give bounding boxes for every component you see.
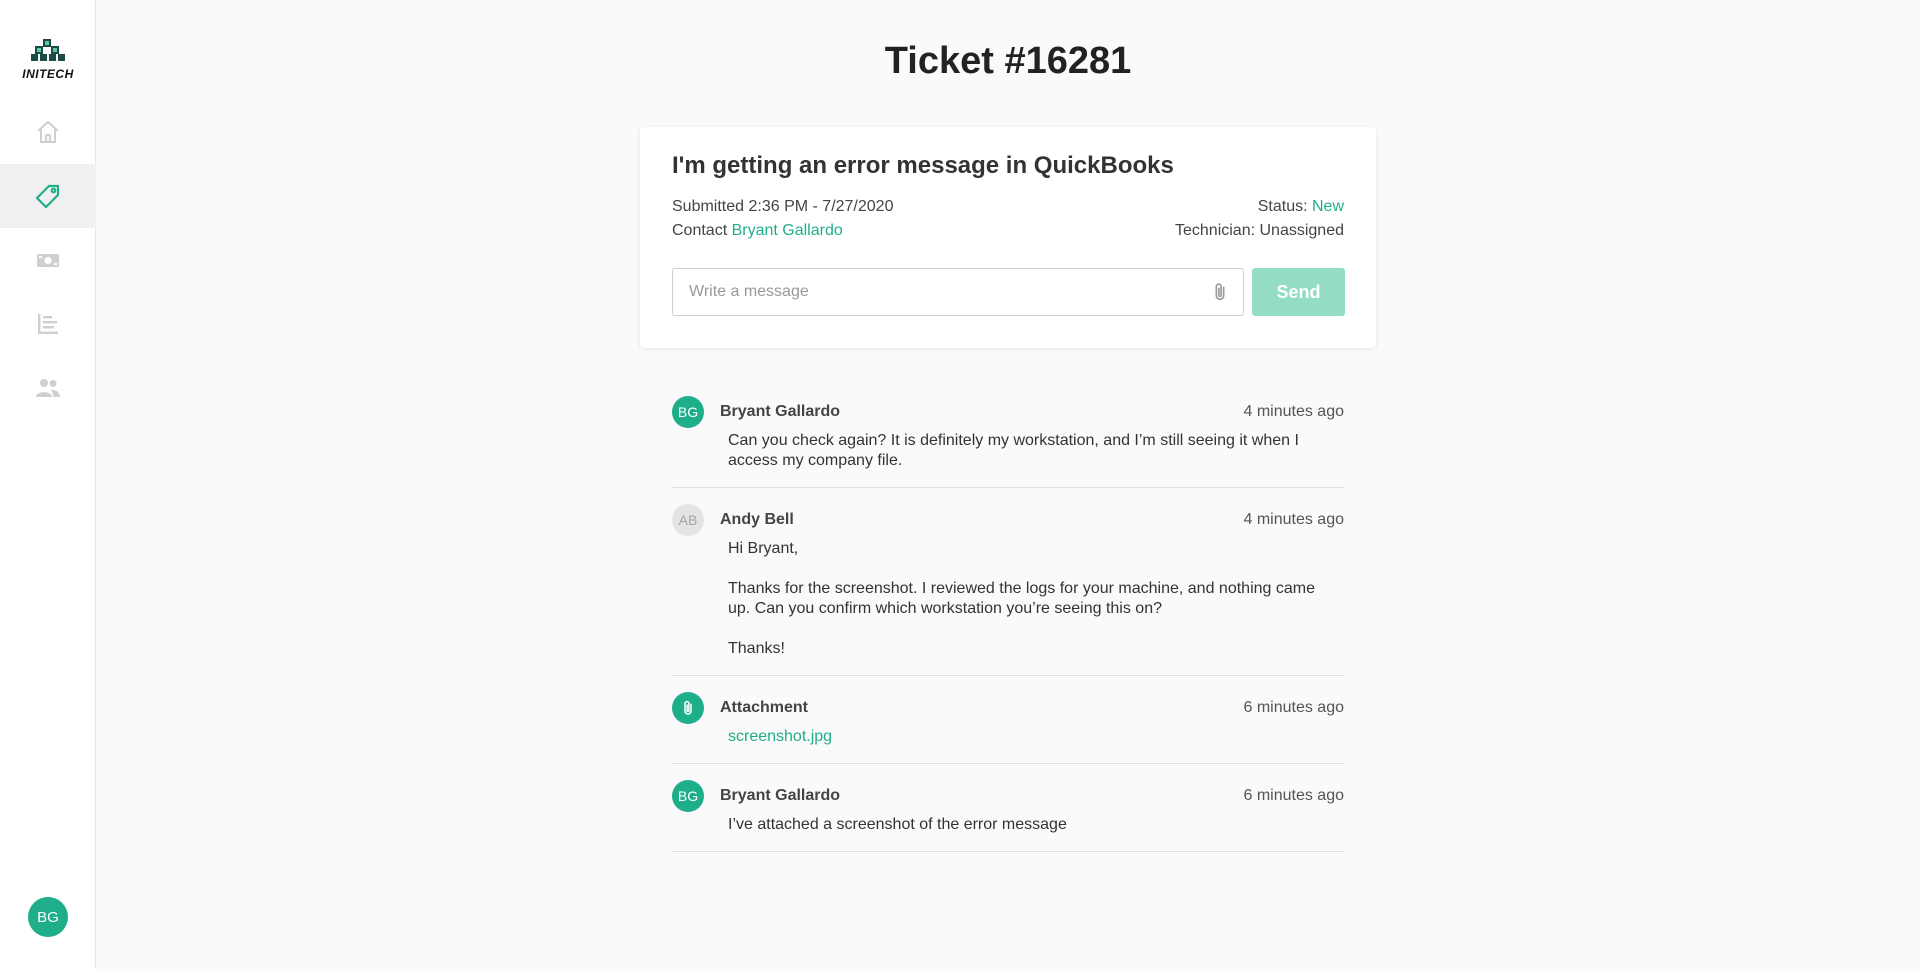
- message-body: screenshot.jpg: [728, 727, 1340, 747]
- initech-logo[interactable]: INITECH: [0, 38, 96, 81]
- message-text: I’ve attached a screenshot of the error …: [728, 816, 1067, 833]
- logo-text: INITECH: [22, 67, 74, 81]
- sidebar-item-tickets[interactable]: [0, 164, 96, 228]
- attachment-avatar: [672, 692, 704, 724]
- user-avatar[interactable]: BG: [28, 897, 68, 937]
- attachment-link[interactable]: screenshot.jpg: [728, 728, 832, 745]
- message-text: Hi Bryant,: [728, 540, 799, 557]
- message-time: 6 minutes ago: [1243, 699, 1344, 716]
- submitted-info: Submitted 2:36 PM - 7/27/2020: [672, 198, 894, 215]
- tag-icon: [35, 184, 60, 209]
- status-info: Status: New: [1258, 198, 1344, 216]
- technician-info: Technician: Unassigned: [1175, 222, 1344, 239]
- bar-chart-icon: [38, 314, 58, 334]
- paperclip-icon: [684, 700, 692, 715]
- message-item: AB Andy Bell 4 minutes ago Hi Bryant, Th…: [672, 504, 1344, 676]
- sidebar-item-home[interactable]: [0, 100, 96, 164]
- message-composer: [672, 268, 1244, 316]
- message-author: Attachment: [720, 699, 809, 716]
- message-text: Thanks!: [728, 640, 785, 657]
- sidebar: INITECH BG: [0, 0, 96, 969]
- initech-logo-icon: [31, 39, 65, 61]
- home-icon: [37, 121, 59, 143]
- message-body: I’ve attached a screenshot of the error …: [728, 815, 1340, 835]
- message-text: Thanks for the screenshot. I reviewed th…: [728, 580, 1315, 617]
- money-icon: [37, 254, 59, 267]
- sidebar-item-reports[interactable]: [0, 292, 96, 356]
- message-item: BG Bryant Gallardo 4 minutes ago Can you…: [672, 396, 1344, 488]
- message-thread: BG Bryant Gallardo 4 minutes ago Can you…: [672, 396, 1344, 868]
- ticket-subject: I'm getting an error message in QuickBoo…: [672, 152, 1174, 179]
- message-time: 4 minutes ago: [1243, 403, 1344, 420]
- page-title: Ticket #16281: [884, 40, 1132, 82]
- message-body: Can you check again? It is definitely my…: [728, 431, 1340, 471]
- ticket-card: I'm getting an error message in QuickBoo…: [640, 127, 1376, 348]
- author-avatar: BG: [672, 396, 704, 428]
- message-text: Can you check again? It is definitely my…: [728, 432, 1299, 469]
- message-author: Bryant Gallardo: [720, 787, 841, 804]
- people-icon: [36, 379, 60, 397]
- send-button[interactable]: Send: [1252, 268, 1345, 316]
- contact-link[interactable]: Bryant Gallardo: [732, 222, 843, 239]
- sidebar-item-users[interactable]: [0, 356, 96, 420]
- contact-info: Contact Bryant Gallardo: [672, 222, 843, 240]
- message-time: 4 minutes ago: [1243, 511, 1344, 528]
- sidebar-item-billing[interactable]: [0, 228, 96, 292]
- message-author: Bryant Gallardo: [720, 403, 841, 420]
- message-author: Andy Bell: [720, 511, 794, 528]
- attachment-item: Attachment 6 minutes ago screenshot.jpg: [672, 692, 1344, 764]
- message-item: BG Bryant Gallardo 6 minutes ago I’ve at…: [672, 780, 1344, 852]
- message-body: Hi Bryant, Thanks for the screenshot. I …: [728, 539, 1340, 659]
- contact-label: Contact: [672, 222, 732, 239]
- author-avatar: BG: [672, 780, 704, 812]
- status-label: Status:: [1257, 198, 1312, 215]
- message-time: 6 minutes ago: [1243, 787, 1344, 804]
- status-badge: New: [1311, 198, 1344, 215]
- attach-paperclip-icon[interactable]: [1209, 281, 1231, 303]
- message-input[interactable]: [673, 269, 1193, 315]
- author-avatar: AB: [672, 504, 704, 536]
